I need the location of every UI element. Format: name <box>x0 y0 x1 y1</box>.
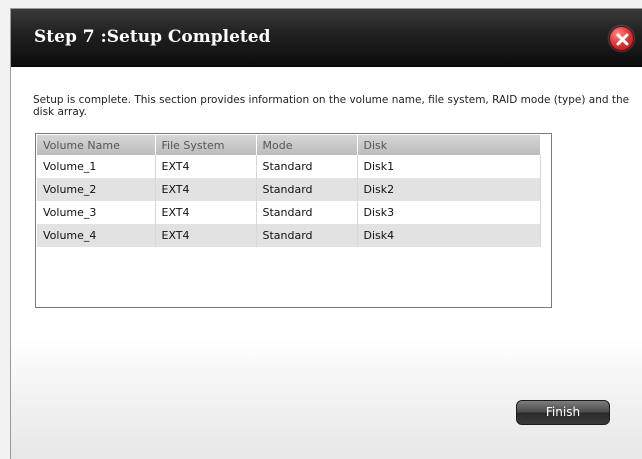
column-header-mode[interactable]: Mode <box>256 135 358 155</box>
cell-volume-name: Volume_3 <box>37 201 156 224</box>
column-header-file-system[interactable]: File System <box>155 135 257 155</box>
close-button[interactable] <box>609 26 634 51</box>
setup-description: Setup is complete. This section provides… <box>33 94 630 118</box>
cell-mode: Standard <box>256 155 358 178</box>
cell-file-system: EXT4 <box>155 155 257 178</box>
table-row[interactable]: Volume_4 EXT4 Standard Disk4 <box>37 224 541 247</box>
cell-volume-name: Volume_4 <box>37 224 156 247</box>
cell-mode: Standard <box>256 201 358 224</box>
cell-file-system: EXT4 <box>155 201 257 224</box>
table-row[interactable]: Volume_3 EXT4 Standard Disk3 <box>37 201 541 224</box>
table-header-row: Volume Name File System Mode Disk <box>37 135 541 155</box>
screen-background: Step 7 :Setup Completed Setup is complet… <box>0 0 642 459</box>
cell-disk: Disk3 <box>357 201 541 224</box>
cell-volume-name: Volume_2 <box>37 178 156 201</box>
close-icon <box>616 33 629 46</box>
cell-volume-name: Volume_1 <box>37 155 156 178</box>
cell-file-system: EXT4 <box>155 224 257 247</box>
cell-mode: Standard <box>256 178 358 201</box>
table-row[interactable]: Volume_1 EXT4 Standard Disk1 <box>37 155 541 178</box>
finish-button[interactable]: Finish <box>516 400 610 425</box>
column-header-volume-name[interactable]: Volume Name <box>37 135 156 155</box>
dialog-titlebar: Step 7 :Setup Completed <box>11 9 642 67</box>
cell-mode: Standard <box>256 224 358 247</box>
dialog-title: Step 7 :Setup Completed <box>34 27 271 47</box>
volume-table: Volume Name File System Mode Disk Volume… <box>37 135 541 247</box>
cell-disk: Disk2 <box>357 178 541 201</box>
cell-disk: Disk4 <box>357 224 541 247</box>
setup-dialog: Step 7 :Setup Completed Setup is complet… <box>10 8 642 459</box>
cell-disk: Disk1 <box>357 155 541 178</box>
table-row[interactable]: Volume_2 EXT4 Standard Disk2 <box>37 178 541 201</box>
column-header-disk[interactable]: Disk <box>357 135 541 155</box>
volume-table-container: Volume Name File System Mode Disk Volume… <box>35 133 552 308</box>
cell-file-system: EXT4 <box>155 178 257 201</box>
